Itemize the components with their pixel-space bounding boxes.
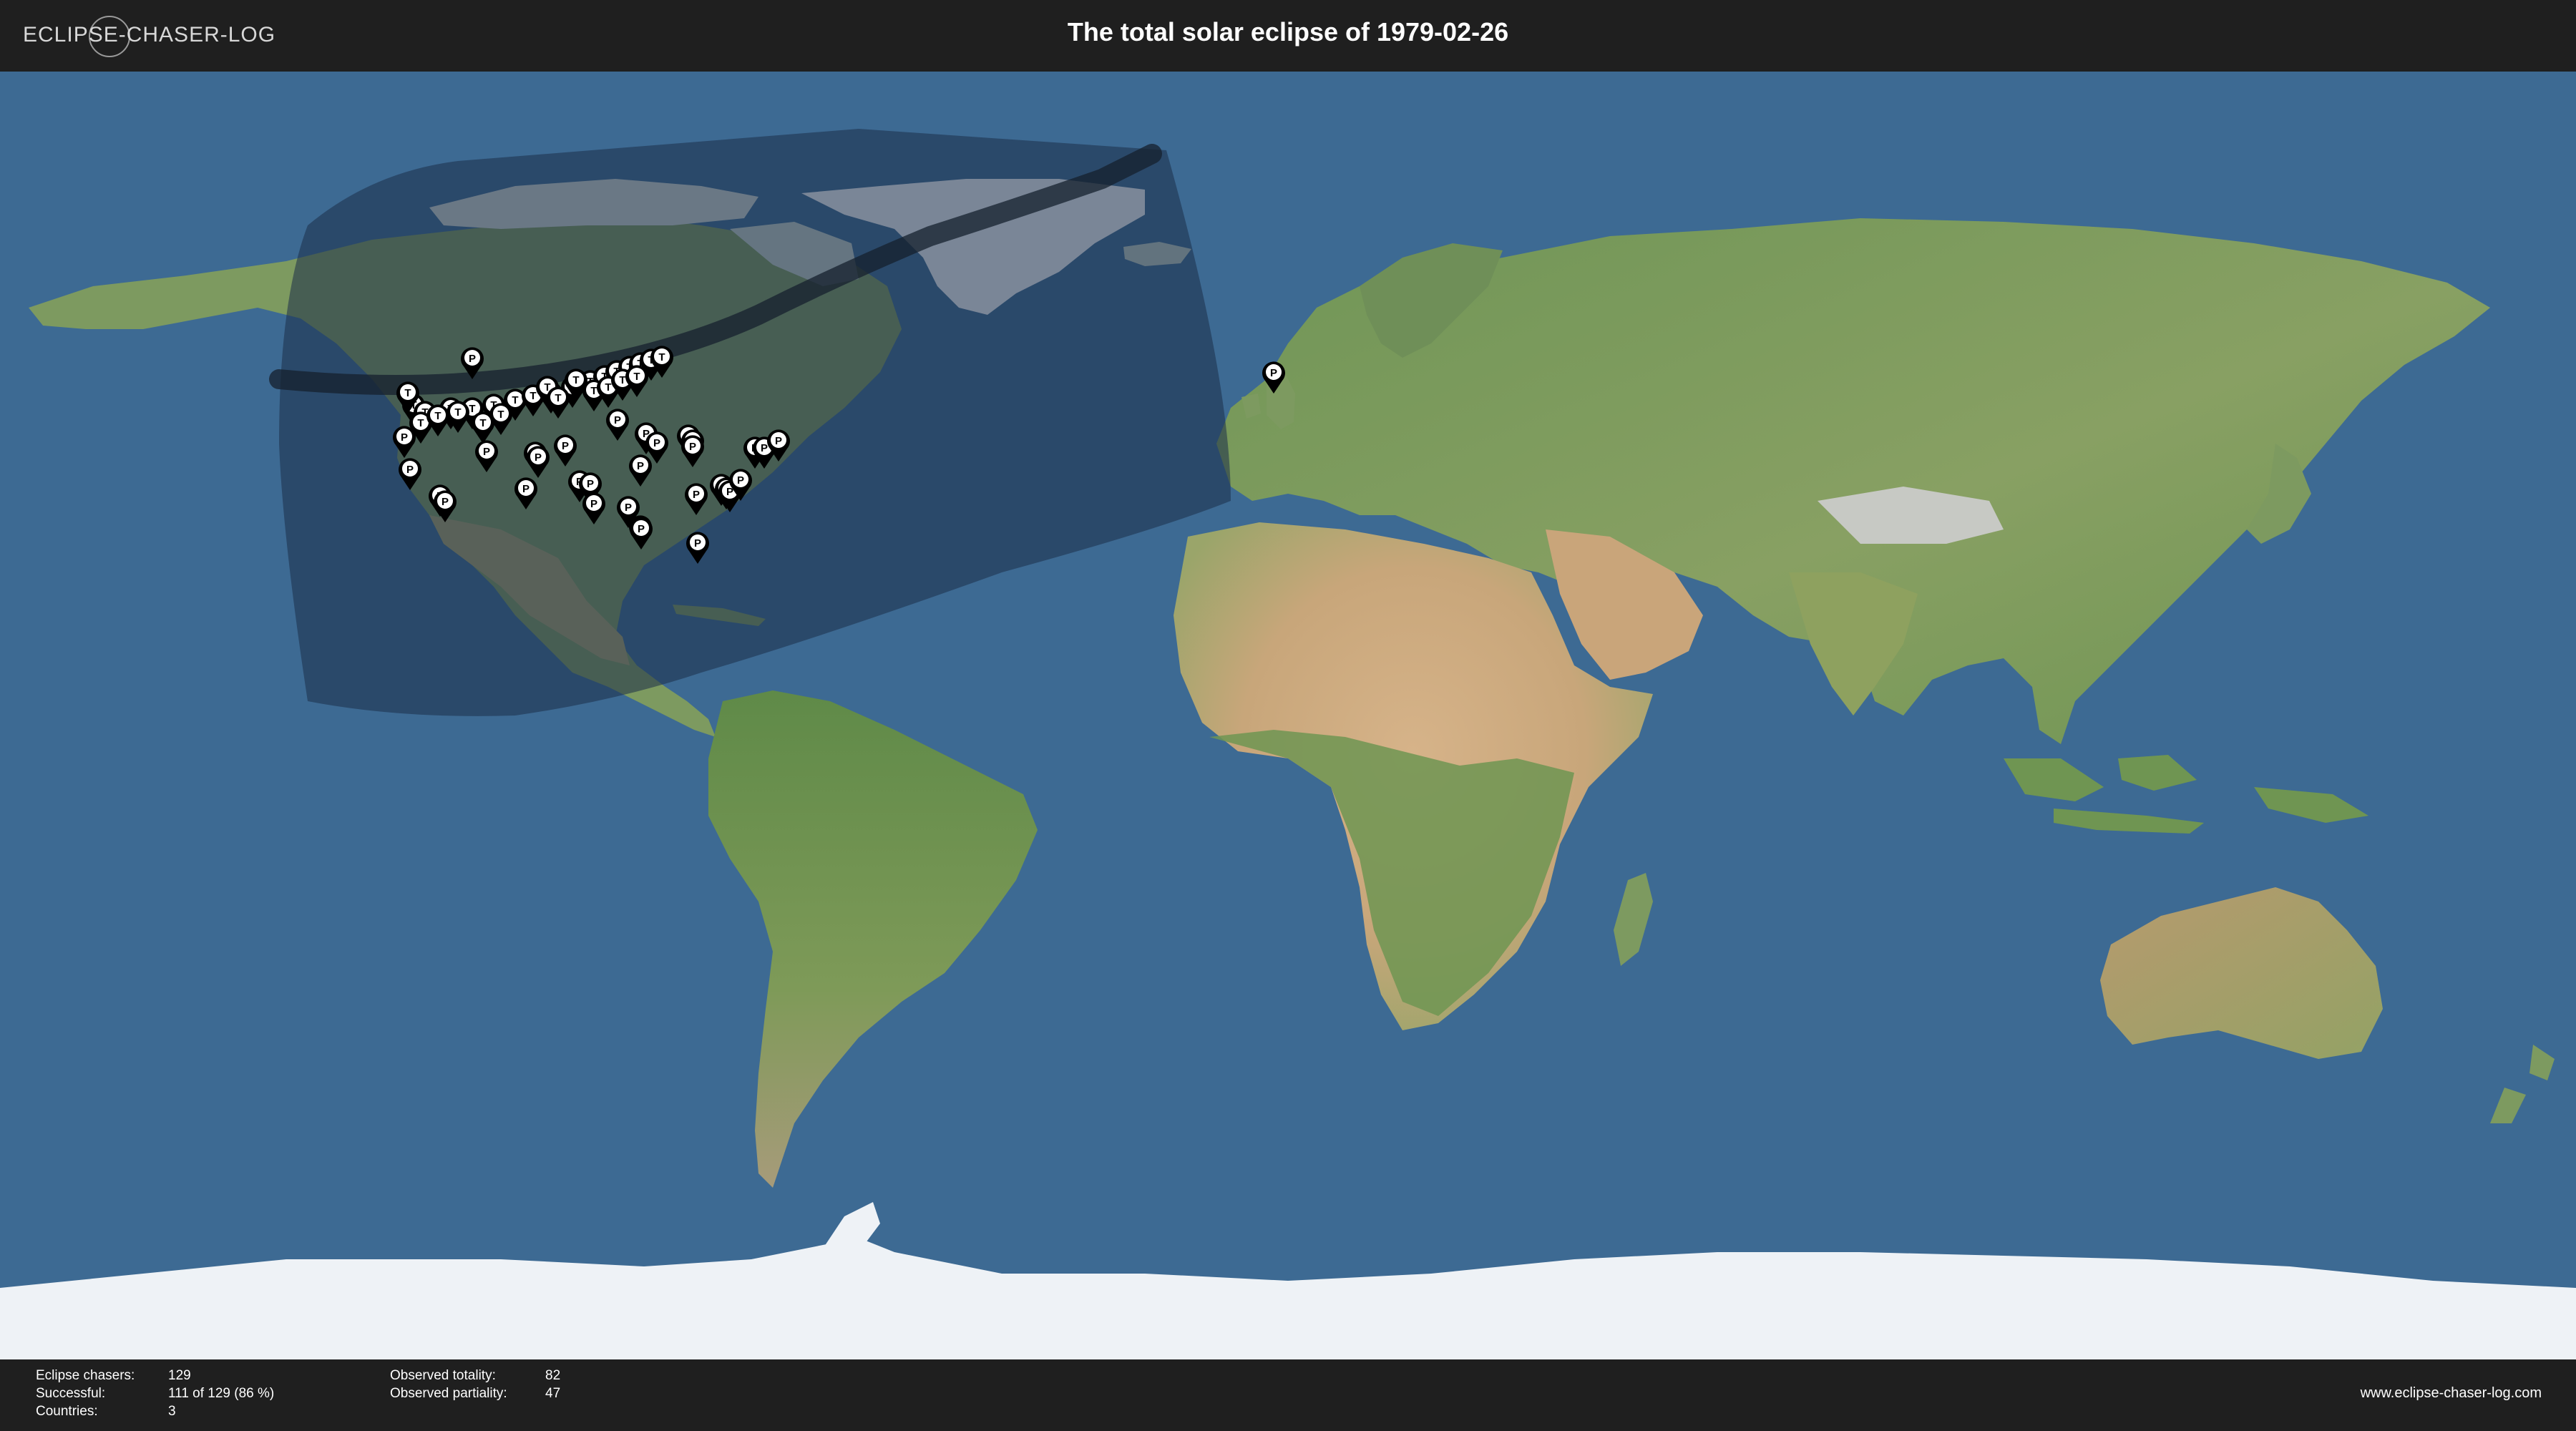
- stats-footer: Eclipse chasers: 129 Successful: 111 of …: [0, 1359, 2576, 1431]
- svg-text:T: T: [469, 403, 475, 415]
- stat-value-successful: 111 of 129 (86 %): [168, 1386, 275, 1401]
- page-title: The total solar eclipse of 1979-02-26: [1067, 17, 1509, 47]
- stat-label-countries: Countries:: [36, 1404, 98, 1419]
- svg-text:P: P: [1270, 367, 1277, 379]
- svg-text:P: P: [441, 496, 449, 508]
- svg-text:P: P: [737, 474, 744, 487]
- stat-value-chasers: 129: [168, 1368, 191, 1383]
- svg-text:P: P: [483, 446, 490, 458]
- svg-text:T: T: [530, 390, 536, 402]
- svg-text:P: P: [590, 498, 597, 510]
- svg-text:P: P: [401, 431, 408, 444]
- svg-text:T: T: [479, 417, 486, 429]
- stat-label-partiality: Observed partiality:: [390, 1386, 507, 1401]
- svg-text:T: T: [619, 374, 625, 386]
- stat-value-countries: 3: [168, 1404, 176, 1419]
- svg-text:T: T: [605, 381, 611, 394]
- svg-text:P: P: [637, 460, 644, 472]
- svg-text:T: T: [590, 385, 597, 397]
- svg-text:P: P: [653, 437, 660, 449]
- svg-text:T: T: [497, 409, 504, 421]
- svg-text:P: P: [406, 464, 414, 476]
- svg-text:T: T: [417, 417, 424, 429]
- svg-text:P: P: [562, 440, 569, 452]
- svg-text:P: P: [469, 353, 476, 365]
- stat-value-partiality: 47: [545, 1386, 561, 1401]
- header-bar: ECLIPSE-CHASER-LOG The total solar eclip…: [0, 0, 2576, 72]
- svg-text:T: T: [658, 351, 665, 363]
- website-link[interactable]: www.eclipse-chaser-log.com: [2361, 1385, 2542, 1402]
- svg-text:P: P: [761, 442, 768, 454]
- svg-text:T: T: [572, 374, 579, 386]
- svg-text:P: P: [587, 478, 594, 490]
- svg-text:P: P: [689, 441, 696, 453]
- svg-text:P: P: [614, 414, 621, 426]
- stat-value-totality: 82: [545, 1368, 561, 1383]
- svg-text:P: P: [693, 489, 700, 501]
- svg-text:T: T: [454, 406, 461, 419]
- svg-text:P: P: [638, 523, 645, 535]
- svg-text:P: P: [535, 451, 542, 464]
- svg-text:T: T: [633, 371, 640, 383]
- svg-text:T: T: [434, 410, 441, 422]
- stat-label-totality: Observed totality:: [390, 1368, 496, 1383]
- svg-text:P: P: [694, 537, 701, 550]
- svg-text:P: P: [522, 483, 530, 495]
- svg-text:T: T: [512, 394, 518, 406]
- svg-text:T: T: [404, 387, 411, 399]
- world-map[interactable]: PTTTTTTTTTTTTTTTTTTTTTTTTTTTTTPPPPPPPPPP…: [0, 72, 2576, 1359]
- stat-label-successful: Successful:: [36, 1386, 106, 1401]
- stat-label-chasers: Eclipse chasers:: [36, 1368, 135, 1383]
- svg-text:P: P: [775, 435, 782, 447]
- svg-text:T: T: [555, 392, 561, 404]
- svg-text:P: P: [625, 502, 632, 514]
